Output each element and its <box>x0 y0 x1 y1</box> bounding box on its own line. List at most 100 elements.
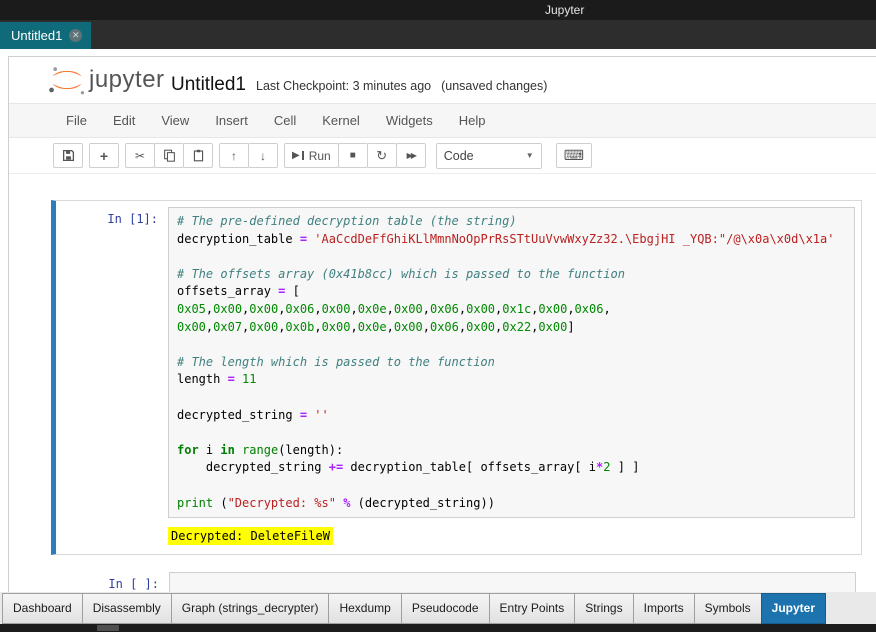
fast-forward-icon: ▶▶ <box>407 151 415 160</box>
code-line: 0x00,0x07,0x00,0x0b,0x00,0x0e,0x00,0x06,… <box>177 319 846 337</box>
menu-insert[interactable]: Insert <box>202 104 261 137</box>
run-button[interactable]: ▶ Run <box>284 143 339 168</box>
code-token: (length): <box>278 443 343 457</box>
dock-tab-graph-strings-decrypter[interactable]: Graph (strings_decrypter) <box>171 593 330 624</box>
save-button[interactable] <box>53 143 83 168</box>
unsaved-changes-status: (unsaved changes) <box>441 79 547 93</box>
code-token: i <box>199 443 221 457</box>
jupyter-notebook-panel: jupyter Untitled1 Last Checkpoint: 3 min… <box>8 56 876 592</box>
step-bar-icon <box>302 151 304 160</box>
code-token: ( <box>213 496 227 510</box>
menu-cell[interactable]: Cell <box>261 104 309 137</box>
window-titlebar: Jupyter <box>0 0 876 20</box>
code-line: # The length which is passed to the func… <box>177 354 846 372</box>
jupyter-logo-icon <box>47 63 87 102</box>
code-area[interactable]: # The pre-defined decryption table (the … <box>168 207 855 518</box>
code-cell-empty[interactable]: In [ ]: <box>51 572 862 592</box>
code-token: 0x05 <box>177 302 206 316</box>
code-token: [ <box>285 284 299 298</box>
code-token: 0x07 <box>213 320 242 334</box>
code-token: 0x0e <box>358 302 387 316</box>
notebook-toolbar: + ✂ ↑ ↓ ▶ <box>9 138 876 174</box>
interrupt-kernel-button[interactable]: ■ <box>338 143 368 168</box>
dock-tab-strings[interactable]: Strings <box>574 593 633 624</box>
code-line <box>177 248 846 266</box>
menu-edit[interactable]: Edit <box>100 104 148 137</box>
window-tab-label: Untitled1 <box>11 28 62 43</box>
code-token: 0x22 <box>502 320 531 334</box>
keyboard-icon: ⌨ <box>564 147 584 164</box>
tab-close-icon[interactable]: ✕ <box>69 29 82 42</box>
code-token: # The pre-defined decryption table (the … <box>177 214 517 228</box>
dock-tab-hexdump[interactable]: Hexdump <box>328 593 401 624</box>
move-cell-down-button[interactable]: ↓ <box>248 143 278 168</box>
code-line: decrypted_string = '' <box>177 407 846 425</box>
restart-run-all-button[interactable]: ▶▶ <box>396 143 426 168</box>
code-token: 0x0b <box>285 320 314 334</box>
code-line: for i in range(length): <box>177 442 846 460</box>
notebook-title[interactable]: Untitled1 <box>171 74 246 96</box>
code-token: 0x00 <box>466 302 495 316</box>
code-token: 0x00 <box>538 320 567 334</box>
code-token: 0x00 <box>249 302 278 316</box>
restart-kernel-button[interactable]: ↻ <box>367 143 397 168</box>
scissors-icon: ✂ <box>135 149 145 163</box>
copy-cell-button[interactable] <box>154 143 184 168</box>
code-token: 0x00 <box>177 320 206 334</box>
chevron-down-icon: ▼ <box>526 151 534 160</box>
move-cell-up-button[interactable]: ↑ <box>219 143 249 168</box>
dock-tabbar: DashboardDisassemblyGraph (strings_decry… <box>0 592 876 624</box>
play-icon: ▶ <box>292 150 300 161</box>
code-token: decrypted_string <box>177 408 300 422</box>
code-token: , <box>567 302 574 316</box>
dock-tab-symbols[interactable]: Symbols <box>694 593 762 624</box>
menu-kernel[interactable]: Kernel <box>309 104 373 137</box>
menu-bar: FileEditViewInsertCellKernelWidgetsHelp <box>9 104 876 138</box>
run-label: Run <box>309 149 331 163</box>
dock-tab-disassembly[interactable]: Disassembly <box>82 593 172 624</box>
menu-view[interactable]: View <box>148 104 202 137</box>
code-token: in <box>220 443 234 457</box>
cell-output-text: Decrypted: DeleteFileW <box>168 527 333 545</box>
dock-tab-jupyter[interactable]: Jupyter <box>761 593 826 624</box>
code-token: ] <box>567 320 574 334</box>
window-tab-untitled1[interactable]: Untitled1 ✕ <box>0 22 91 49</box>
dock-tab-entry-points[interactable]: Entry Points <box>489 593 576 624</box>
code-token: # The offsets array (0x41b8cc) which is … <box>177 267 625 281</box>
menu-help[interactable]: Help <box>446 104 499 137</box>
code-line: # The pre-defined decryption table (the … <box>177 213 846 231</box>
keyboard-shortcuts-button[interactable]: ⌨ <box>556 143 592 168</box>
code-cell-selected[interactable]: In [1]: # The pre-defined decryption tab… <box>51 200 862 555</box>
checkpoint-status: Last Checkpoint: 3 minutes ago <box>256 79 431 93</box>
menu-widgets[interactable]: Widgets <box>373 104 446 137</box>
code-token: print <box>177 496 213 510</box>
code-token: 0x00 <box>249 320 278 334</box>
code-token: decryption_table[ offsets_array[ i <box>343 460 596 474</box>
code-token: = <box>300 232 307 246</box>
code-line: print ("Decrypted: %s" % (decrypted_stri… <box>177 495 846 513</box>
code-token: 0x0e <box>358 320 387 334</box>
code-token: 0x00 <box>466 320 495 334</box>
code-token: , <box>423 320 430 334</box>
code-line: # The offsets array (0x41b8cc) which is … <box>177 266 846 284</box>
cell-type-select[interactable]: Code ▼ <box>436 143 542 169</box>
code-token: 0x1c <box>502 302 531 316</box>
paste-cell-button[interactable] <box>183 143 213 168</box>
splitter-handle[interactable] <box>97 625 119 631</box>
code-line <box>177 477 846 495</box>
input-prompt: In [1]: <box>56 207 168 226</box>
dock-tab-dashboard[interactable]: Dashboard <box>2 593 83 624</box>
code-token: , <box>350 302 357 316</box>
code-line <box>177 336 846 354</box>
code-token: # The length which is passed to the func… <box>177 355 495 369</box>
code-token: 0x00 <box>394 302 423 316</box>
empty-code-area[interactable] <box>169 572 856 592</box>
code-line <box>177 389 846 407</box>
dock-tab-pseudocode[interactable]: Pseudocode <box>401 593 490 624</box>
menu-file[interactable]: File <box>53 104 100 137</box>
cut-cell-button[interactable]: ✂ <box>125 143 155 168</box>
add-cell-button[interactable]: + <box>89 143 119 168</box>
code-token: 0x00 <box>394 320 423 334</box>
dock-tab-imports[interactable]: Imports <box>633 593 695 624</box>
application-window: Jupyter Untitled1 ✕ jupyter Untitled1 <box>0 0 876 632</box>
